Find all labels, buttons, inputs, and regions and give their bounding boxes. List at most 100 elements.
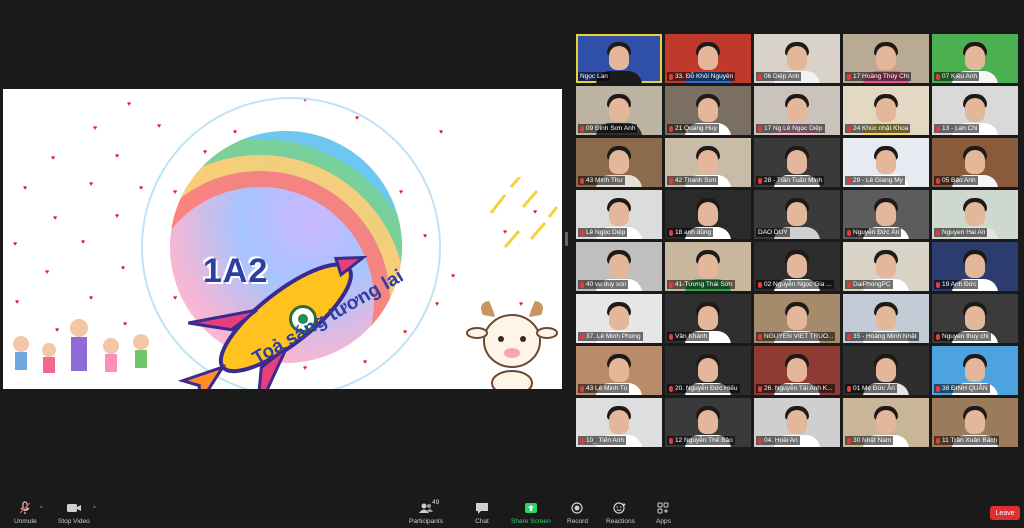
participant-name-tag: 30 Nhật Nam bbox=[845, 436, 894, 445]
participant-tile[interactable]: 17 Hoàng Thùy Chi bbox=[843, 34, 929, 83]
muted-mic-icon bbox=[669, 125, 673, 132]
split-view-handle[interactable] bbox=[565, 232, 568, 246]
participant-tile[interactable]: 09 Đinh Sơn Anh bbox=[576, 86, 662, 135]
participant-tile[interactable]: 13 - Lan Chi bbox=[932, 86, 1018, 135]
participant-name-tag: Nguyen Hai An bbox=[934, 228, 988, 237]
chat-button[interactable]: Chat bbox=[475, 501, 489, 525]
video-camera-icon bbox=[66, 504, 81, 512]
participant-face bbox=[698, 202, 718, 226]
muted-mic-icon bbox=[936, 125, 940, 132]
participant-name-tag: 07 Kiều Anh bbox=[934, 72, 980, 81]
participant-face bbox=[698, 410, 718, 434]
participant-tile[interactable]: 21 Quang Huy bbox=[665, 86, 751, 135]
muted-mic-icon bbox=[669, 229, 673, 236]
reactions-button[interactable]: Reactions bbox=[606, 501, 635, 525]
muted-mic-icon bbox=[758, 333, 762, 340]
record-button[interactable]: Record bbox=[567, 501, 588, 525]
participant-face bbox=[787, 150, 807, 174]
participant-tile[interactable]: DAO DUY bbox=[754, 190, 840, 239]
participant-tile[interactable]: 42 Thanh Sơn bbox=[665, 138, 751, 187]
stop-video-button[interactable]: Stop Video bbox=[58, 501, 90, 525]
participant-name-tag: 04. Hoài An bbox=[756, 436, 800, 445]
participant-tile[interactable]: 05 Bảo Anh bbox=[932, 138, 1018, 187]
muted-mic-icon bbox=[669, 385, 673, 392]
participant-tile[interactable]: 43 Minh Thư bbox=[576, 138, 662, 187]
participant-tile[interactable]: 28 - Trần Tuấn Minh bbox=[754, 138, 840, 187]
muted-mic-icon bbox=[580, 177, 584, 184]
participant-tile[interactable]: Nguyễn Đức Ân bbox=[843, 190, 929, 239]
participant-tile[interactable]: 19 Anh Đức bbox=[932, 242, 1018, 291]
participant-tile[interactable]: Nguyen Hai An bbox=[932, 190, 1018, 239]
muted-mic-icon bbox=[847, 333, 851, 340]
apps-button[interactable]: Apps bbox=[656, 501, 671, 525]
participants-button[interactable]: 49 Participants bbox=[409, 499, 443, 525]
participant-tile[interactable]: 35 - Hoàng Minh Nhật bbox=[843, 294, 929, 343]
participant-tile[interactable]: DaiPhongPC bbox=[843, 242, 929, 291]
muted-mic-icon bbox=[847, 177, 851, 184]
participant-tile[interactable]: 10_ Tiến Anh bbox=[576, 398, 662, 447]
participant-tile[interactable]: 29 - Lê Giang My bbox=[843, 138, 929, 187]
participant-tile[interactable]: 07 Kiều Anh bbox=[932, 34, 1018, 83]
participant-name: Ngọc Lan bbox=[580, 73, 608, 80]
muted-mic-icon bbox=[936, 229, 940, 236]
participant-tile[interactable]: 02 Nguyễn Ngọc Gia ... bbox=[754, 242, 840, 291]
leave-button[interactable]: Leave bbox=[990, 506, 1020, 520]
participant-tile[interactable]: Nguyen thuy chi bbox=[932, 294, 1018, 343]
participant-tile[interactable]: 33. Đỗ Khôi Nguyên bbox=[665, 34, 751, 83]
smiley-icon bbox=[613, 502, 626, 514]
participant-tile[interactable]: 40 vu duy son bbox=[576, 242, 662, 291]
participant-tile[interactable]: 12 Nguyễn Thế Bảo bbox=[665, 398, 751, 447]
participant-face bbox=[698, 46, 718, 70]
participants-count: 49 bbox=[431, 499, 440, 506]
muted-mic-icon bbox=[669, 177, 673, 184]
participant-tile[interactable]: 04. Hoài An bbox=[754, 398, 840, 447]
participant-tile[interactable]: 20. Nguyễn Đức Hiếu bbox=[665, 346, 751, 395]
participant-name-tag: 05 Bảo Anh bbox=[934, 176, 978, 185]
participant-name-tag: 02 Nguyễn Ngọc Gia ... bbox=[756, 280, 834, 289]
participant-tile[interactable]: 24 Khúc nhật Khoa bbox=[843, 86, 929, 135]
participant-name-tag: 19 Anh Đức bbox=[934, 280, 979, 289]
participant-name-tag: 17 Ng Lê Ngọc Diệp bbox=[756, 124, 825, 133]
participant-name-tag: 33. Đỗ Khôi Nguyên bbox=[667, 72, 736, 81]
participant-name-tag: 26. Nguyễn Tài Anh K... bbox=[756, 384, 835, 393]
video-options-caret-icon[interactable]: ^ bbox=[93, 506, 96, 512]
participant-tile[interactable]: 01 Mẹ Đức Ân bbox=[843, 346, 929, 395]
muted-mic-icon bbox=[758, 177, 762, 184]
participant-tile[interactable]: 38 ĐINH QUÂN bbox=[932, 346, 1018, 395]
heart-icon: ♥ bbox=[439, 129, 444, 136]
participant-name: Nguyen Hai An bbox=[942, 229, 986, 236]
participant-tile[interactable]: Ngọc Lan bbox=[576, 34, 662, 83]
participant-tile[interactable]: 06 Diệp Anh bbox=[754, 34, 840, 83]
participant-name: 05 Bảo Anh bbox=[942, 177, 976, 184]
participant-tile[interactable]: 18 anh dũng bbox=[665, 190, 751, 239]
participant-tile[interactable]: 43 Lê Minh Tú bbox=[576, 346, 662, 395]
participant-tile[interactable]: 41-Tương Thái Sơn bbox=[665, 242, 751, 291]
participant-tile[interactable]: Vân Khánh bbox=[665, 294, 751, 343]
participant-face bbox=[965, 98, 985, 122]
participant-name-tag: 29 - Lê Giang My bbox=[845, 176, 905, 185]
heart-icon: ♥ bbox=[51, 155, 56, 162]
muted-mic-icon bbox=[580, 333, 584, 340]
participant-tile[interactable]: 26. Nguyễn Tài Anh K... bbox=[754, 346, 840, 395]
participant-tile[interactable]: NGUYEN VIET TRUO... bbox=[754, 294, 840, 343]
muted-mic-icon bbox=[669, 73, 673, 80]
share-screen-button[interactable]: Share Screen bbox=[511, 501, 551, 525]
participant-tile[interactable]: 17 Ng Lê Ngọc Diệp bbox=[754, 86, 840, 135]
participant-tile[interactable]: 11 Trần Xuân Bách bbox=[932, 398, 1018, 447]
muted-mic-icon bbox=[758, 437, 762, 444]
muted-mic-icon bbox=[580, 229, 584, 236]
heart-icon: ♥ bbox=[115, 213, 120, 220]
audio-options-caret-icon[interactable]: ^ bbox=[40, 506, 43, 512]
participant-face bbox=[787, 410, 807, 434]
participant-face bbox=[876, 150, 896, 174]
participant-tile[interactable]: Lê Ngọc Diệp bbox=[576, 190, 662, 239]
participant-name-tag: 28 - Trần Tuấn Minh bbox=[756, 176, 825, 185]
video-gallery: Ngọc Lan 33. Đỗ Khôi Nguyên 06 Diệp Anh 17 … bbox=[576, 34, 1020, 447]
participant-face bbox=[876, 358, 896, 382]
participant-tile[interactable]: 37. Lê Minh Phong bbox=[576, 294, 662, 343]
participant-name: 41-Tương Thái Sơn bbox=[675, 281, 733, 288]
unmute-button[interactable]: Unmute bbox=[14, 501, 37, 525]
participant-tile[interactable]: 30 Nhật Nam bbox=[843, 398, 929, 447]
heart-icon: ♥ bbox=[89, 181, 94, 188]
muted-mic-icon bbox=[936, 385, 940, 392]
